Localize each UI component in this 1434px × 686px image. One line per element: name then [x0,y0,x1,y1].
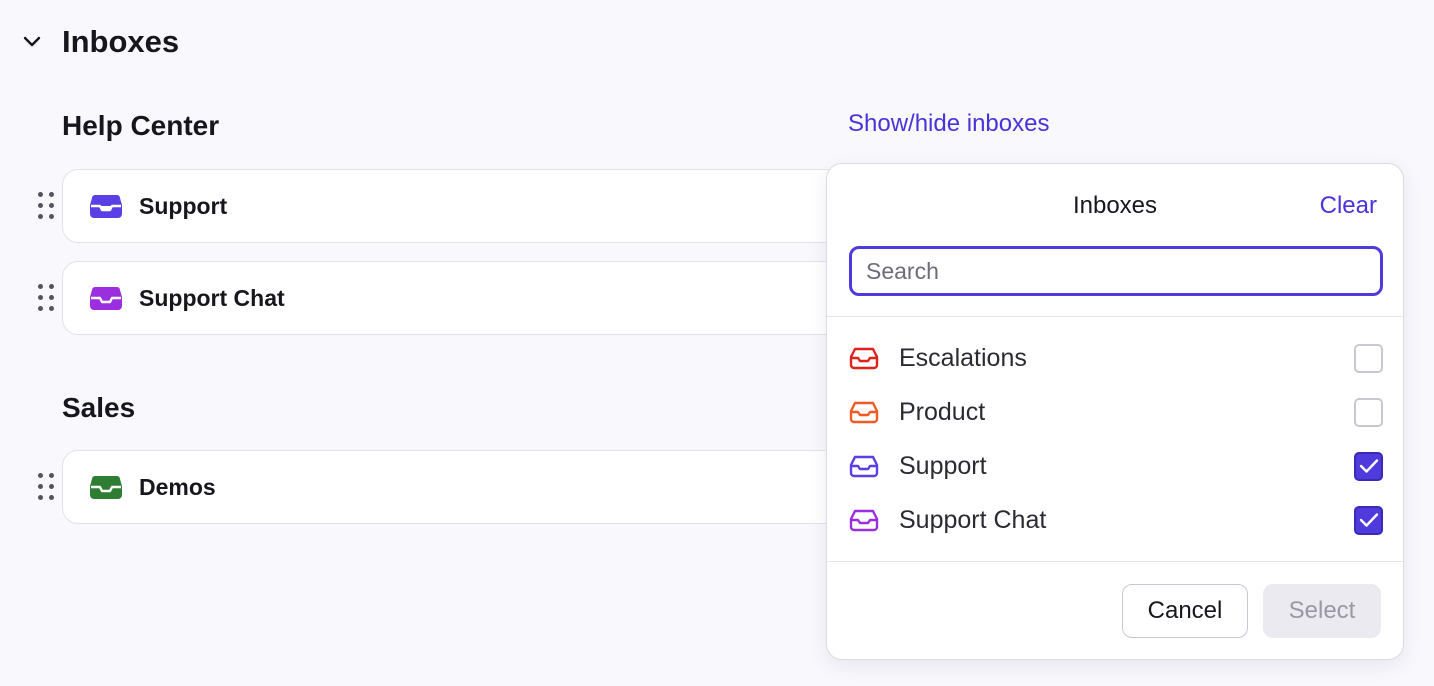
inbox-tray-icon [89,285,123,311]
inbox-row-support: Support [26,169,862,243]
option-product[interactable]: Product [849,385,1383,439]
show-hide-inboxes-link[interactable]: Show/hide inboxes [848,110,1049,138]
inbox-card-support-chat[interactable]: Support Chat [62,261,862,335]
inbox-outline-icon [849,400,879,424]
group-title-sales: Sales [62,392,136,423]
inbox-row-support-chat: Support Chat [26,261,862,335]
drag-handle-icon[interactable] [38,284,56,312]
option-label: Support [899,451,987,480]
inbox-tray-icon [89,193,123,219]
clear-button[interactable]: Clear [1320,192,1377,220]
checkbox-checked[interactable] [1354,451,1383,481]
inbox-label: Support [139,192,228,219]
checkbox[interactable] [1354,343,1383,373]
inbox-card-support[interactable]: Support [62,169,862,243]
inboxes-popover: Inboxes Clear Escalations Product Suppor… [826,163,1404,660]
inboxes-section-toggle[interactable]: Inboxes [20,22,179,62]
option-label: Support Chat [899,505,1047,534]
option-escalations[interactable]: Escalations [849,331,1383,385]
inbox-row-demos: Demos [26,450,862,524]
inbox-label: Demos [139,473,216,500]
section-title: Inboxes [62,24,180,59]
inbox-outline-icon [849,454,879,478]
drag-handle-icon[interactable] [38,473,56,501]
divider [827,316,1403,317]
select-button[interactable]: Select [1263,584,1381,638]
inbox-card-demos[interactable]: Demos [62,450,862,524]
chevron-down-icon [20,30,44,54]
checkmark-icon [1359,513,1378,527]
inbox-outline-icon [849,346,879,370]
checkbox[interactable] [1354,397,1383,427]
popover-title: Inboxes [1072,192,1158,219]
divider [827,561,1403,562]
group-title-help-center: Help Center [62,110,220,141]
checkmark-icon [1359,459,1378,473]
search-input[interactable] [849,246,1383,296]
option-label: Escalations [899,343,1027,372]
inbox-label: Support Chat [139,284,285,311]
cancel-button[interactable]: Cancel [1122,584,1248,638]
drag-handle-icon[interactable] [38,192,56,220]
checkbox-checked[interactable] [1354,505,1383,535]
option-label: Product [899,397,986,426]
option-support-chat[interactable]: Support Chat [849,493,1383,547]
popover-header: Inboxes Clear [827,164,1403,246]
inbox-outline-icon [849,508,879,532]
option-support[interactable]: Support [849,439,1383,493]
inbox-tray-icon [89,474,123,500]
